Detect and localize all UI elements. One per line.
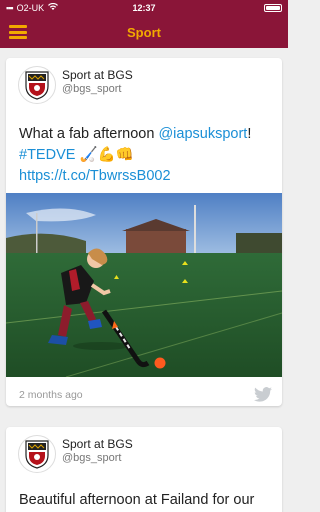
mention-link[interactable]: @iapsuksport [158,126,247,142]
school-crest-icon [25,71,49,100]
page-title: Sport [127,24,161,40]
battery-icon [264,4,282,12]
twitter-bird-icon[interactable] [254,387,272,402]
school-crest-icon [25,440,49,469]
tweet-image[interactable] [6,193,282,377]
author-name[interactable]: Sport at BGS [62,437,133,451]
nav-bar: Sport [0,16,288,48]
emoji-text: 🏑💪👊 [79,147,134,163]
tweet-feed[interactable]: Sport at BGS @bgs_sport What a fab after… [0,48,288,512]
author-handle[interactable]: @bgs_sport [62,452,121,464]
avatar[interactable] [18,66,56,104]
hashtag-link[interactable]: #TEDVE [19,147,75,163]
author-name[interactable]: Sport at BGS [62,68,133,82]
avatar[interactable] [18,435,56,473]
status-time: 12:37 [132,3,156,13]
tweet-timestamp: 2 months ago [19,389,83,401]
tweet-card[interactable]: Sport at BGS @bgs_sport Beautiful aftern… [6,427,282,512]
author-handle[interactable]: @bgs_sport [62,83,121,95]
tweet-text: What a fab afternoon @iapsuksport! #TEDV… [19,124,274,187]
tweet-text-prefix: What a fab afternoon [19,126,159,142]
tweet-text-mid: ! [247,126,252,142]
tweet-url-link[interactable]: https://t.co/TbwrssB002 [19,168,171,184]
tweet-card[interactable]: Sport at BGS @bgs_sport What a fab after… [6,58,282,406]
hockey-player-photo [6,193,282,377]
hamburger-menu-icon[interactable] [9,25,27,39]
tweet-text: Beautiful afternoon at Failand for our y… [19,492,255,508]
status-bar: ▪▪▪ O2-UK 12:37 [0,0,288,16]
